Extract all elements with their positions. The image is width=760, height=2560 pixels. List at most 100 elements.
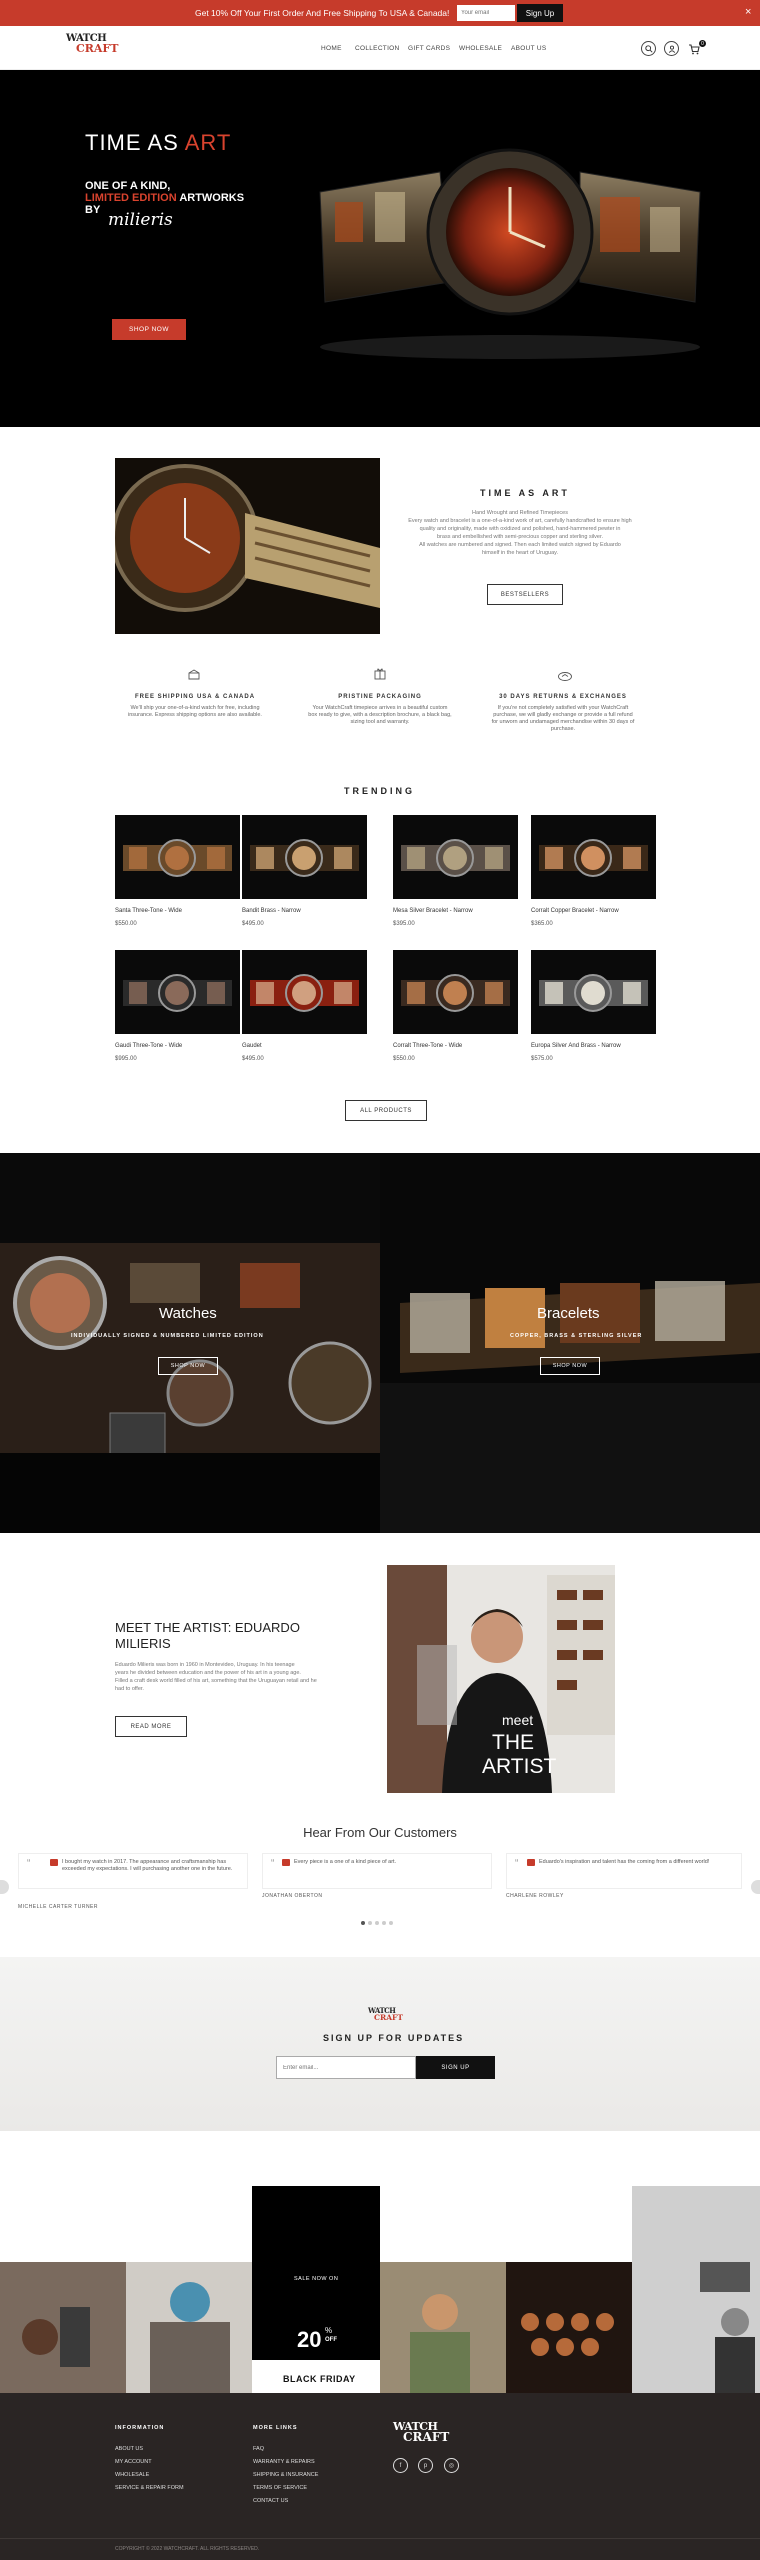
product-image[interactable] [393,815,518,899]
product-name[interactable]: Gaudi Three-Tone - Wide [115,1043,240,1049]
footer-link-faq[interactable]: FAQ [253,2446,264,2452]
read-more-button[interactable]: READ MORE [115,1716,187,1737]
testimonial-card-2: “ Every piece is a one of a kind piece o… [262,1853,492,1889]
announcement-signup-button[interactable]: Sign Up [517,4,563,22]
intro-title: TIME AS ART [480,488,570,498]
footer-link-about[interactable]: ABOUT US [115,2446,143,2452]
nav-home[interactable]: HOME [321,45,342,52]
carousel-dots[interactable] [361,1921,393,1925]
product-name[interactable]: Bandit Brass - Narrow [242,908,367,914]
hero-line-2: LIMITED EDITION ARTWORKS [85,192,245,204]
nav-wholesale[interactable]: WHOLESALE [459,45,502,52]
artist-text: Eduardo Milieris was born in 1960 in Mon… [115,1662,317,1692]
product-card[interactable]: Mesa Silver Bracelet - Narrow $395.00 [393,815,518,927]
product-name[interactable]: Corralt Copper Bracelet - Narrow [531,908,656,914]
pinterest-icon[interactable]: p [418,2458,433,2473]
product-name[interactable]: Gaudet [242,1043,367,1049]
product-card[interactable]: Corralt Three-Tone - Wide $550.00 [393,950,518,1062]
product-image[interactable] [531,815,656,899]
artist-signature: milieris [108,210,173,230]
returns-icon [557,669,573,687]
all-products-button[interactable]: ALL PRODUCTS [345,1100,427,1121]
product-price: $995.00 [115,1056,137,1062]
hero-banner: TIME AS ART ONE OF A KIND, LIMITED EDITI… [0,70,760,427]
search-icon[interactable] [641,41,656,56]
watches-shop-now-button[interactable]: SHOP NOW [158,1357,218,1375]
footer-more-title: MORE LINKS [253,2425,298,2431]
footer-link-terms[interactable]: TERMS OF SERVICE [253,2485,307,2491]
watches-category-title: Watches [159,1305,217,1322]
announcement-email-input[interactable] [457,5,515,21]
feature-returns-desc: If you're not completely satisfied with … [491,705,635,732]
quote-icon: “ [27,1858,31,1869]
meet-text: meet [502,1712,533,1728]
testimonial-name-1: MICHELLE CARTER TURNER [18,1904,98,1910]
account-icon[interactable] [664,41,679,56]
footer-logo[interactable]: WATCH CRAFT [393,2421,449,2443]
gallery-top-fill [632,2186,760,2262]
nav-about-us[interactable]: ABOUT US [511,45,547,52]
testimonial-text-3: Eduardo's inspiration and talent has the… [539,1859,710,1865]
product-name[interactable]: Europa Silver And Brass - Narrow [531,1043,656,1049]
product-image[interactable] [115,950,240,1034]
site-logo[interactable]: WATCH CRAFT [66,34,118,55]
footer-info-title: INFORMATION [115,2425,165,2431]
product-image[interactable] [115,815,240,899]
footer-link-warranty[interactable]: WARRANTY & REPAIRS [253,2459,315,2465]
hero-watch-image [319,148,701,359]
hero-line-3: BY [85,204,101,216]
product-image[interactable] [242,815,367,899]
prev-arrow-icon[interactable] [0,1880,9,1894]
bracelets-shop-now-button[interactable]: SHOP NOW [540,1357,600,1375]
newsletter-signup-button[interactable]: SIGN UP [416,2056,495,2079]
product-name[interactable]: Corralt Three-Tone - Wide [393,1043,518,1049]
product-card[interactable]: Europa Silver And Brass - Narrow $575.00 [531,950,656,1062]
bracelets-category-title: Bracelets [537,1305,600,1322]
bestsellers-button[interactable]: BESTSELLERS [487,584,563,605]
testimonial-name-3: CHARLENE ROWLEY [506,1893,564,1899]
artist-title: MEET THE ARTIST: EDUARDO MILIERIS [115,1620,300,1651]
footer-copyright: COPYRIGHT © 2022 WATCHCRAFT. ALL RIGHTS … [115,2546,260,2552]
nav-gift-cards[interactable]: GIFT CARDS [408,45,450,52]
trending-title: TRENDING [344,786,415,796]
product-card[interactable]: Corralt Copper Bracelet - Narrow $365.00 [531,815,656,927]
product-price: $365.00 [531,921,553,927]
footer-link-shipping[interactable]: SHIPPING & INSURANCE [253,2472,318,2478]
the-text: THE [492,1731,534,1754]
testimonial-text-1: I bought my watch in 2017. The appearanc… [62,1859,233,1872]
product-image[interactable] [242,950,367,1034]
product-card[interactable]: Gaudet $495.00 [242,950,367,1062]
bracelets-category-image[interactable] [380,1153,760,1533]
intro-watch-image [115,458,380,634]
instagram-icon[interactable]: ◎ [444,2458,459,2473]
instagram-gallery[interactable] [0,2262,760,2393]
watches-category-image[interactable] [0,1153,380,1533]
product-price: $395.00 [393,921,415,927]
product-name[interactable]: Santa Three-Tone - Wide [115,908,240,914]
newsletter-email-input[interactable] [276,2056,416,2079]
product-price: $495.00 [242,1056,264,1062]
product-card[interactable]: Gaudi Three-Tone - Wide $995.00 [115,950,240,1062]
product-card[interactable]: Bandit Brass - Narrow $495.00 [242,815,367,927]
product-name[interactable]: Mesa Silver Bracelet - Narrow [393,908,518,914]
hero-shop-now-button[interactable]: SHOP NOW [112,319,186,340]
newsletter-section: WATCH CRAFT SIGN UP FOR UPDATES SIGN UP [0,1957,760,2131]
footer-link-service[interactable]: SERVICE & REPAIR FORM [115,2485,184,2491]
intro-text: Hand Wrought and Refined Timepieces Every… [408,510,632,556]
close-icon[interactable]: × [745,6,751,18]
facebook-icon[interactable]: f [393,2458,408,2473]
shipping-icon [187,668,201,686]
site-header: WATCH CRAFT HOME COLLECTION GIFT CARDS W… [0,26,760,70]
cart-icon[interactable] [688,42,700,60]
categories-section: Watches INDIVIDUALLY SIGNED & NUMBERED L… [0,1153,760,1533]
announcement-text: Get 10% Off Your First Order And Free Sh… [195,8,450,18]
product-image[interactable] [393,950,518,1034]
nav-collection[interactable]: COLLECTION [355,45,400,52]
product-image[interactable] [531,950,656,1034]
footer-link-wholesale[interactable]: WHOLESALE [115,2472,149,2478]
footer-link-account[interactable]: MY ACCOUNT [115,2459,152,2465]
footer-link-contact[interactable]: CONTACT US [253,2498,288,2504]
next-arrow-icon[interactable] [751,1880,760,1894]
product-card[interactable]: Santa Three-Tone - Wide $550.00 [115,815,240,927]
feature-packaging-title: PRISTINE PACKAGING [338,694,422,700]
